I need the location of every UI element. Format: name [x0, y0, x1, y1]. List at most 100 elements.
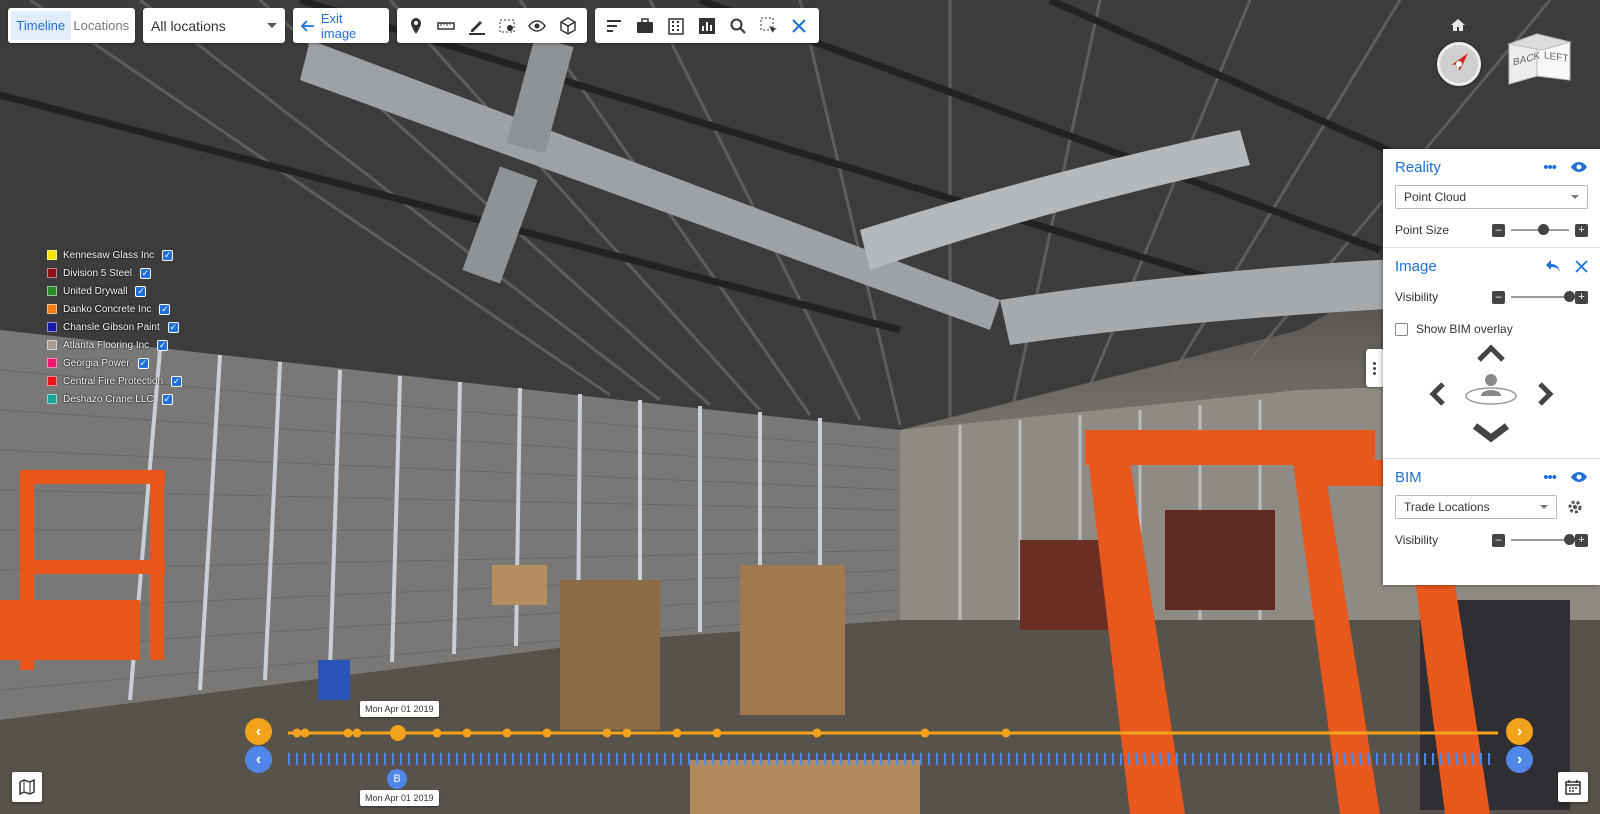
compare-next-button[interactable]: ›	[1506, 746, 1533, 773]
compare-prev-button[interactable]: ‹	[245, 746, 272, 773]
sort-lines-icon[interactable]	[602, 14, 626, 38]
legend-checkbox[interactable]: ✓	[135, 285, 147, 297]
legend-checkbox[interactable]: ✓	[167, 321, 179, 333]
compare-marker[interactable]: B	[387, 769, 407, 789]
nav-left-arrow	[1429, 382, 1445, 406]
panorama-image[interactable]	[0, 0, 1600, 814]
location-select[interactable]: All locations	[143, 8, 285, 43]
image-title: Image	[1395, 257, 1437, 275]
legend-checkbox[interactable]: ✓	[139, 267, 151, 279]
bim-visibility-slider[interactable]	[1511, 534, 1575, 545]
bim-mode-select[interactable]: Trade Locations	[1395, 495, 1557, 519]
slider-thumb[interactable]	[1564, 534, 1575, 545]
minus-icon[interactable]: –	[1492, 533, 1505, 547]
legend-label: Central Fire Protection	[63, 375, 164, 387]
bim-title: BIM	[1395, 468, 1422, 486]
minus-icon[interactable]: –	[1492, 290, 1505, 304]
building-icon[interactable]	[664, 14, 688, 38]
close-icon[interactable]	[1575, 259, 1588, 273]
legend-item[interactable]: Danko Concrete Inc ✓	[47, 300, 182, 318]
point-size-slider[interactable]	[1511, 224, 1569, 235]
cube-box-icon[interactable]	[556, 14, 580, 38]
eye-icon[interactable]	[1570, 471, 1588, 483]
ruler-icon[interactable]	[434, 14, 458, 38]
legend-checkbox[interactable]: ✓	[161, 393, 173, 405]
more-options-icon[interactable]: •••	[1543, 159, 1557, 176]
search-icon[interactable]	[726, 14, 750, 38]
slider-thumb[interactable]	[1564, 291, 1575, 302]
select-area-icon[interactable]	[757, 14, 781, 38]
legend-swatch	[47, 394, 57, 404]
map-button[interactable]	[12, 772, 42, 802]
location-select-value: All locations	[151, 17, 226, 34]
nav-up-arrow	[1477, 344, 1505, 362]
reality-section: Reality ••• Point Cloud Point Size – +	[1383, 149, 1600, 248]
legend-checkbox[interactable]: ✓	[137, 357, 149, 369]
legend-label: Chansle Gibson Paint	[63, 321, 160, 333]
image-navigation-pad	[1395, 342, 1588, 458]
bim-overlay-checkbox[interactable]	[1395, 322, 1408, 336]
legend-item[interactable]: Chansle Gibson Paint ✓	[47, 318, 182, 336]
legend-swatch	[47, 322, 57, 332]
view-toggle: Timeline Locations	[8, 8, 135, 43]
close-icon[interactable]	[787, 14, 811, 38]
legend-item[interactable]: Georgia Power ✓	[47, 354, 182, 372]
chevron-down-icon	[1540, 505, 1548, 509]
legend-checkbox[interactable]: ✓	[159, 303, 171, 315]
layers-panel: Reality ••• Point Cloud Point Size – + I…	[1383, 149, 1600, 585]
reality-mode-select[interactable]: Point Cloud	[1395, 185, 1588, 209]
legend-checkbox[interactable]: ✓	[157, 339, 169, 351]
legend-swatch	[47, 250, 57, 260]
plus-icon[interactable]: +	[1575, 223, 1588, 237]
legend-item[interactable]: Division 5 Steel ✓	[47, 264, 182, 282]
timeline-prev-capture-button[interactable]: ‹	[245, 718, 272, 745]
bim-overlay-label: Show BIM overlay	[1416, 322, 1513, 336]
legend-item[interactable]: Atlanta Flooring Inc ✓	[47, 336, 182, 354]
image-visibility-label: Visibility	[1395, 290, 1439, 304]
nav-down-arrow	[1472, 423, 1510, 443]
nav-right-arrow	[1538, 382, 1554, 406]
data-toolbar	[595, 8, 819, 43]
visibility-icon[interactable]	[525, 14, 549, 38]
plus-icon[interactable]: +	[1575, 290, 1588, 304]
camera-capture-icon[interactable]	[495, 14, 519, 38]
legend-swatch	[47, 268, 57, 278]
plus-icon[interactable]: +	[1575, 533, 1588, 547]
calendar-button[interactable]	[1558, 772, 1588, 802]
undo-icon[interactable]	[1545, 259, 1561, 273]
legend-swatch	[47, 286, 57, 296]
top-date-tooltip: Mon Apr 01 2019	[360, 701, 439, 717]
gear-icon[interactable]	[1567, 499, 1583, 515]
bar-chart-icon[interactable]	[695, 14, 719, 38]
legend-label: Atlanta Flooring Inc	[63, 339, 150, 351]
exit-image-button[interactable]: Exit image	[293, 8, 389, 43]
legend-label: Danko Concrete Inc	[63, 303, 152, 315]
legend-item[interactable]: Kennesaw Glass Inc ✓	[47, 246, 182, 264]
markup-pen-icon[interactable]	[465, 14, 489, 38]
minus-icon[interactable]: –	[1492, 223, 1505, 237]
legend-checkbox[interactable]: ✓	[171, 375, 183, 387]
briefcase-icon[interactable]	[633, 14, 657, 38]
legend-swatch	[47, 340, 57, 350]
timeline-next-capture-button[interactable]: ›	[1506, 718, 1533, 745]
pin-icon[interactable]	[404, 14, 428, 38]
tab-locations[interactable]: Locations	[71, 11, 132, 40]
legend-item[interactable]: Deshazo Crane LLC ✓	[47, 390, 182, 408]
eye-icon[interactable]	[1570, 161, 1588, 173]
compass-icon[interactable]	[1437, 42, 1481, 86]
exit-image-label: Exit image	[320, 10, 357, 41]
nav-cube[interactable]: BACK LEFT	[1504, 26, 1574, 88]
slider-thumb[interactable]	[1537, 224, 1549, 235]
bottom-date-tooltip: Mon Apr 01 2019	[360, 790, 439, 806]
legend-item[interactable]: United Drywall ✓	[47, 282, 182, 300]
legend-item[interactable]: Central Fire Protection ✓	[47, 372, 183, 390]
image-visibility-slider[interactable]	[1511, 291, 1575, 302]
legend-checkbox[interactable]: ✓	[162, 249, 174, 261]
more-options-icon[interactable]: •••	[1543, 469, 1557, 486]
chevron-down-icon	[267, 23, 277, 28]
panel-collapse-handle[interactable]	[1366, 349, 1383, 387]
home-icon[interactable]	[1450, 18, 1466, 32]
bim-visibility-label: Visibility	[1395, 533, 1439, 547]
tab-timeline[interactable]: Timeline	[11, 11, 71, 40]
chevron-down-icon	[1571, 195, 1579, 199]
